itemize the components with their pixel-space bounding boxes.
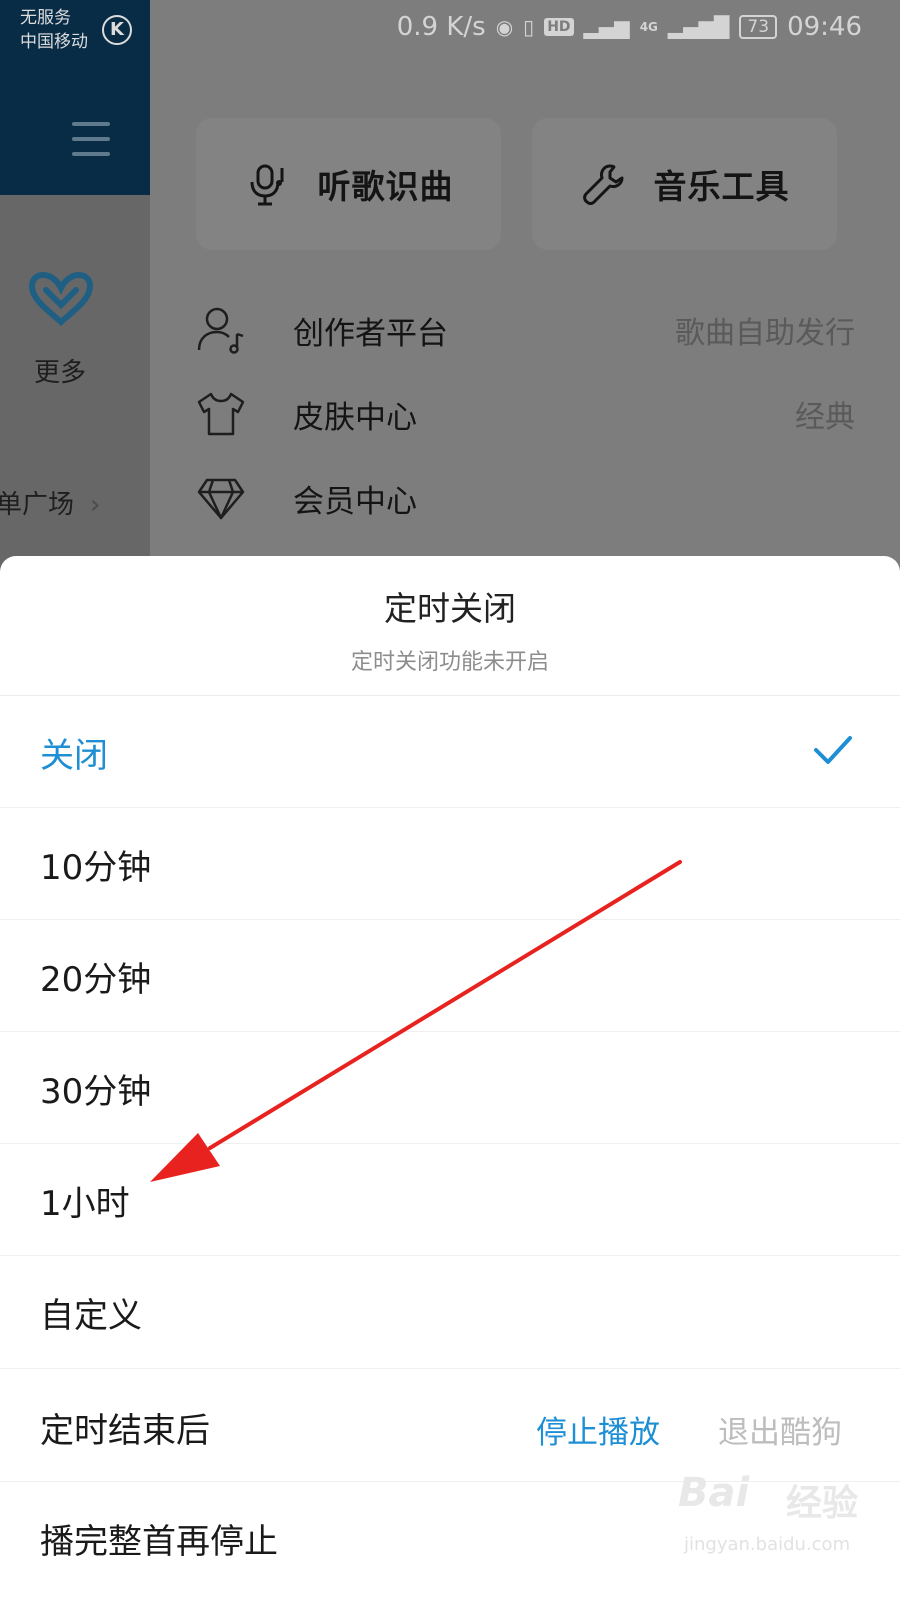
creator-icon bbox=[197, 307, 244, 354]
menu-item-skin-center[interactable]: 皮肤中心 经典 bbox=[195, 384, 855, 444]
clock: 09:46 bbox=[787, 12, 862, 42]
timer-option-label: 10分钟 bbox=[40, 848, 152, 888]
timer-option-off[interactable]: 关闭 bbox=[0, 696, 900, 808]
status-bar: 无服务 中国移动 K 0.9 K/s ◉ ▯ HD ▂▄▆ 4G ▂▄▆█ 73… bbox=[0, 0, 900, 60]
menu-item-creator-platform[interactable]: 创作者平台 歌曲自助发行 bbox=[195, 300, 855, 360]
diamond-icon bbox=[197, 478, 245, 520]
menu-item-label: 会员中心 bbox=[293, 483, 417, 520]
timer-option-label: 20分钟 bbox=[40, 960, 152, 1000]
wrench-icon bbox=[582, 164, 623, 205]
more-label: 更多 bbox=[33, 358, 86, 388]
music-tools-button[interactable]: 音乐工具 bbox=[532, 118, 837, 250]
tshirt-icon bbox=[197, 392, 245, 436]
microphone-note-icon bbox=[250, 164, 283, 206]
checkmark-icon bbox=[814, 736, 852, 764]
music-tools-label: 音乐工具 bbox=[653, 167, 790, 206]
menu-item-label: 皮肤中心 bbox=[293, 399, 417, 436]
menu-item-vip-center[interactable]: 会员中心 bbox=[195, 468, 855, 528]
menu-item-subtitle: 经典 bbox=[795, 400, 855, 435]
carrier-line-1: 无服务 bbox=[20, 8, 71, 28]
recognize-song-label: 听歌识曲 bbox=[317, 167, 454, 206]
timer-option-10min[interactable]: 10分钟 bbox=[0, 808, 900, 920]
stop-playback-option[interactable]: 停止播放 bbox=[536, 1407, 660, 1452]
playlist-plaza-link[interactable]: 单广场 › bbox=[0, 484, 100, 521]
timer-option-label: 30分钟 bbox=[40, 1072, 152, 1112]
status-indicators: 0.9 K/s ◉ ▯ HD ▂▄▆ 4G ▂▄▆█ 73 09:46 bbox=[397, 12, 862, 42]
plaza-label: 单广场 bbox=[0, 490, 75, 520]
carrier-line-2: 中国移动 bbox=[20, 32, 88, 52]
kugou-notification-icon: K bbox=[102, 15, 132, 45]
timer-option-label: 1小时 bbox=[40, 1184, 130, 1224]
timer-option-label: 自定义 bbox=[40, 1296, 142, 1336]
timer-option-20min[interactable]: 20分钟 bbox=[0, 920, 900, 1032]
chevron-right-icon: › bbox=[90, 490, 101, 520]
watermark-url: jingyan.baidu.com bbox=[684, 1534, 851, 1555]
heart-more-icon[interactable] bbox=[26, 268, 96, 328]
battery-level: 73 bbox=[739, 15, 778, 39]
vibrate-icon: ▯ bbox=[523, 15, 535, 39]
after-timer-row: 定时结束后 停止播放 退出酷狗 bbox=[0, 1368, 900, 1482]
recognize-song-button[interactable]: 听歌识曲 bbox=[196, 118, 501, 250]
hd-badge: HD bbox=[544, 18, 574, 36]
menu-item-label: 创作者平台 bbox=[293, 315, 448, 352]
exit-app-option[interactable]: 退出酷狗 bbox=[718, 1407, 842, 1452]
baidu-jingyan-watermark: Bai 经验 jingyan.baidu.com bbox=[676, 1470, 881, 1588]
after-timer-label: 定时结束后 bbox=[40, 1411, 210, 1451]
sheet-header: 定时关闭 定时关闭功能未开启 bbox=[0, 556, 900, 696]
signal-4g-icon: ▂▄▆█ bbox=[667, 15, 730, 39]
menu-item-subtitle: 歌曲自助发行 bbox=[675, 316, 855, 351]
watermark-suffix: 经验 bbox=[786, 1483, 859, 1524]
sleep-timer-sheet: 定时关闭 定时关闭功能未开启 关闭 10分钟 20分钟 30分钟 1小时 自定义… bbox=[0, 556, 900, 1600]
signal-icon: ▂▄▆ bbox=[583, 15, 630, 39]
network-type: 4G bbox=[639, 20, 658, 34]
timer-option-1hour[interactable]: 1小时 bbox=[0, 1144, 900, 1256]
finish-song-label: 播完整首再停止 bbox=[40, 1522, 278, 1562]
menu-icon[interactable] bbox=[72, 122, 110, 158]
sheet-subtitle: 定时关闭功能未开启 bbox=[350, 650, 549, 675]
baidu-logo: Bai bbox=[678, 1470, 750, 1516]
sheet-title: 定时关闭 bbox=[384, 589, 516, 628]
timer-option-label: 关闭 bbox=[40, 736, 108, 776]
carrier-info: 无服务 中国移动 bbox=[20, 6, 88, 54]
timer-option-custom[interactable]: 自定义 bbox=[0, 1256, 900, 1368]
hotspot-icon: ◉ bbox=[495, 15, 514, 39]
timer-option-30min[interactable]: 30分钟 bbox=[0, 1032, 900, 1144]
net-speed: 0.9 K/s bbox=[396, 12, 486, 42]
